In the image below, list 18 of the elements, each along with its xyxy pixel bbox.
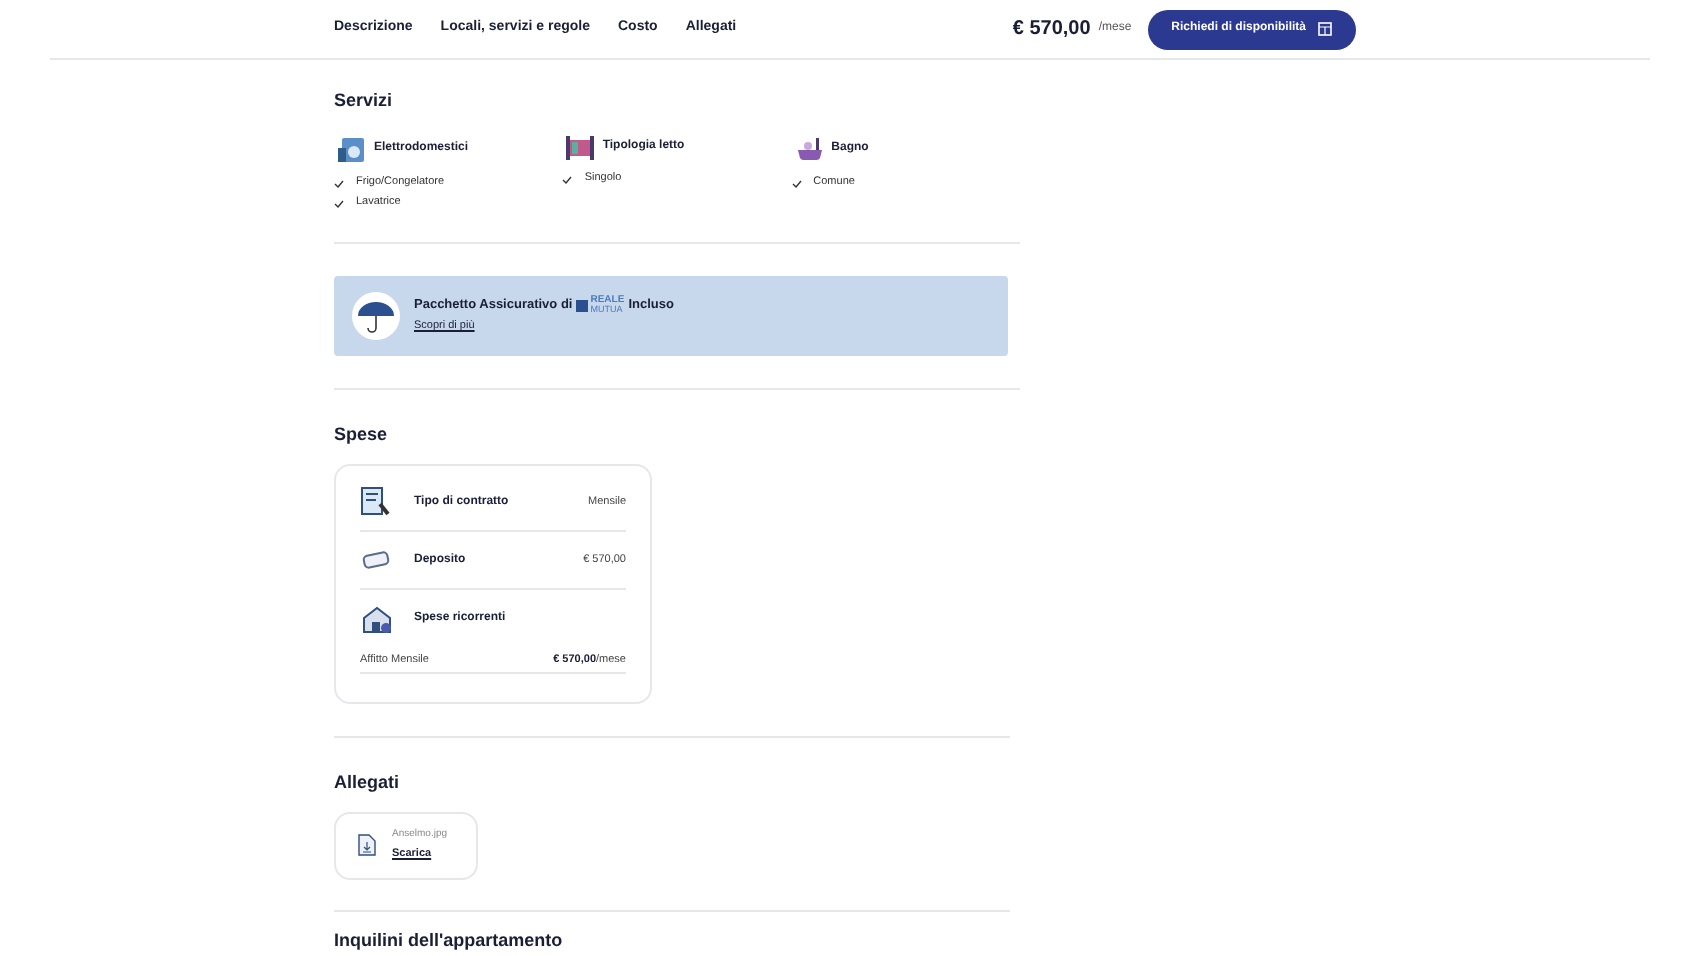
check-icon	[791, 179, 802, 187]
house-icon	[361, 605, 391, 633]
washing-machine-icon	[338, 135, 366, 163]
bed-icon	[566, 135, 595, 159]
bathtub-icon	[795, 135, 824, 163]
document-pen-icon	[360, 486, 392, 518]
check-icon	[334, 199, 344, 207]
check-icon	[562, 175, 573, 183]
umbrella-icon	[352, 291, 400, 339]
file-download-icon	[358, 834, 376, 856]
check-icon	[334, 179, 344, 187]
section-title: Servizi	[334, 88, 395, 114]
banknote-icon	[362, 550, 390, 570]
calendar-icon	[1318, 22, 1332, 36]
section-title: Inquilini dell'appartamento	[334, 931, 565, 949]
section-title: Allegati	[334, 770, 402, 796]
price: € 570,00	[1012, 16, 1091, 44]
section-title: Spese	[334, 421, 390, 448]
